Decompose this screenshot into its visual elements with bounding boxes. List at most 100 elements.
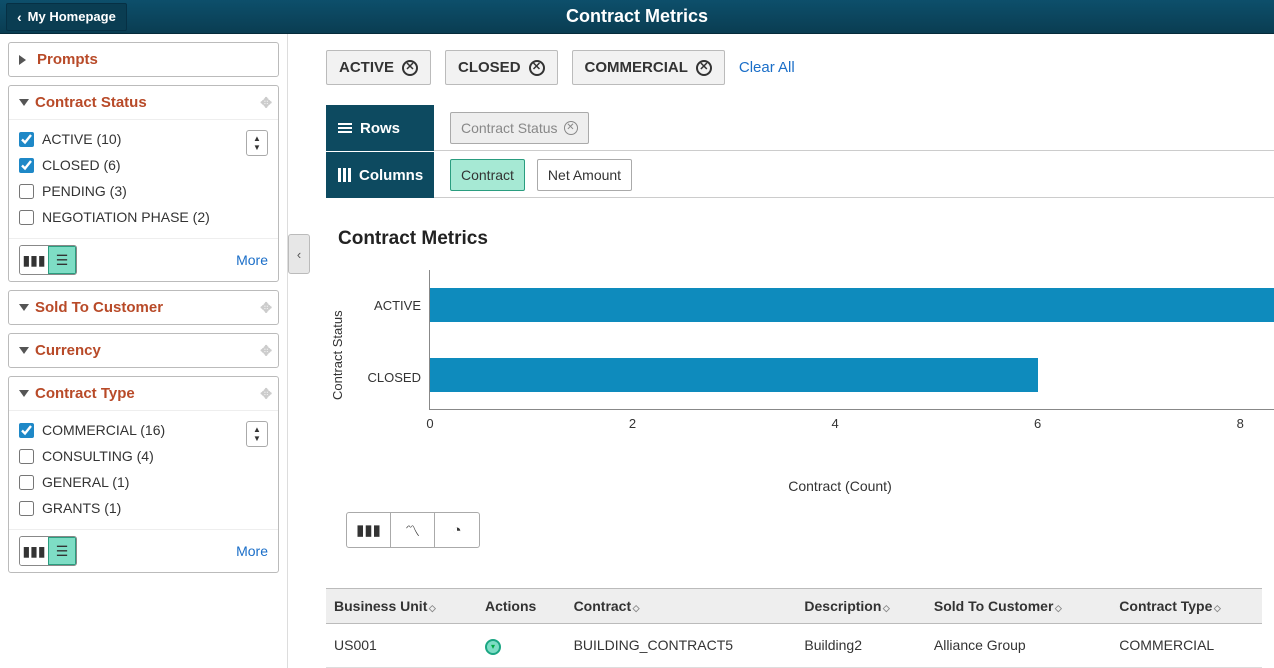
sold-to-title: Sold To Customer	[35, 299, 163, 316]
chip-closed[interactable]: CLOSED ✕	[445, 50, 558, 85]
sort-icon: ◇	[883, 603, 886, 613]
col-contract-type[interactable]: Contract Type ◇	[1111, 589, 1262, 624]
col-actions: Actions	[477, 589, 566, 624]
sort-updown-button[interactable]: ▲ ▼	[246, 130, 268, 156]
checkbox-closed[interactable]	[19, 158, 34, 173]
category-label-active: ACTIVE	[349, 298, 421, 313]
col-business-unit[interactable]: Business Unit ◇	[326, 589, 477, 624]
pie-chart-button[interactable]: ◔	[435, 513, 479, 547]
cols-chip-net-amount[interactable]: Net Amount	[537, 159, 632, 191]
checkbox-active[interactable]	[19, 132, 34, 147]
bar-closed[interactable]	[430, 358, 1038, 392]
columns-icon	[338, 168, 351, 182]
more-link[interactable]: More	[236, 543, 268, 559]
chart-type-toggle: ▮▮▮ 〽 ◔	[346, 512, 480, 548]
bar-active[interactable]	[430, 288, 1274, 322]
cell-bu: US001	[326, 624, 477, 668]
chart-view-button[interactable]: ▮▮▮	[20, 246, 48, 274]
down-icon: ▼	[253, 143, 261, 152]
table-row[interactable]: US001 ▾ BUILDING_CONTRACT5 Building2 All…	[326, 624, 1262, 668]
cell-contract: BUILDING_CONTRACT5	[566, 624, 797, 668]
chart-area: Contract Metrics Contract Status ACTIVE …	[326, 228, 1274, 548]
move-icon[interactable]: ✥	[260, 94, 272, 111]
line-chart-icon: 〽	[405, 520, 420, 541]
col-contract[interactable]: Contract ◇	[566, 589, 797, 624]
view-toggle: ▮▮▮ ☰	[19, 245, 77, 275]
checkbox-general[interactable]	[19, 475, 34, 490]
cols-chip-contract[interactable]: Contract	[450, 159, 525, 191]
contract-status-header[interactable]: Contract Status ✥	[9, 86, 278, 120]
type-option-consulting[interactable]: CONSULTING (4)	[19, 443, 246, 469]
category-label-closed: CLOSED	[349, 370, 421, 385]
status-option-negotiation[interactable]: NEGOTIATION PHASE (2)	[19, 204, 246, 230]
remove-icon[interactable]: ✕	[529, 60, 545, 76]
caret-right-icon	[19, 55, 31, 65]
line-chart-button[interactable]: 〽	[391, 513, 435, 547]
bar-chart-icon: ▮▮▮	[22, 252, 45, 269]
status-option-active[interactable]: ACTIVE (10)	[19, 126, 246, 152]
collapse-sidebar-button[interactable]: ‹	[288, 234, 310, 274]
sort-updown-button[interactable]: ▲ ▼	[246, 421, 268, 447]
currency-panel: Currency ✥	[8, 333, 279, 368]
remove-icon[interactable]: ✕	[402, 60, 418, 76]
remove-icon[interactable]: ✕	[696, 60, 712, 76]
up-icon: ▲	[253, 425, 261, 434]
back-homepage-button[interactable]: ‹ My Homepage	[6, 3, 127, 31]
bar-chart-icon: ▮▮▮	[356, 521, 381, 539]
move-icon[interactable]: ✥	[260, 299, 272, 316]
sort-icon: ◇	[429, 603, 432, 613]
chip-active[interactable]: ACTIVE ✕	[326, 50, 431, 85]
x-tick: 4	[831, 416, 838, 431]
prompts-label: Prompts	[37, 51, 98, 68]
list-view-button[interactable]: ☰	[48, 537, 76, 565]
chart-view-button[interactable]: ▮▮▮	[20, 537, 48, 565]
sidebar: Prompts Contract Status ✥ ACTIVE (10)	[0, 34, 288, 668]
results-table: Business Unit ◇ Actions Contract ◇ Descr…	[326, 588, 1262, 668]
cell-actions: ▾	[477, 624, 566, 668]
col-description[interactable]: Description ◇	[796, 589, 925, 624]
rows-chip-contract-status[interactable]: Contract Status ✕	[450, 112, 589, 144]
caret-down-icon	[19, 99, 29, 106]
x-axis-label: Contract (Count)	[406, 478, 1274, 494]
remove-icon[interactable]: ✕	[564, 121, 578, 135]
checkbox-consulting[interactable]	[19, 449, 34, 464]
x-tick: 2	[629, 416, 636, 431]
checkbox-negotiation[interactable]	[19, 210, 34, 225]
move-icon[interactable]: ✥	[260, 342, 272, 359]
sort-icon: ◇	[1055, 603, 1058, 613]
sold-to-header[interactable]: Sold To Customer ✥	[9, 291, 278, 324]
sort-icon: ◇	[1214, 603, 1217, 613]
sort-icon: ◇	[633, 603, 636, 613]
row-action-button[interactable]: ▾	[485, 639, 501, 655]
contract-status-panel: Contract Status ✥ ACTIVE (10) CLOSED (6)	[8, 85, 279, 282]
main-content: ACTIVE ✕ CLOSED ✕ COMMERCIAL ✕ Clear All…	[310, 34, 1274, 668]
up-icon: ▲	[253, 134, 261, 143]
more-link[interactable]: More	[236, 252, 268, 268]
list-view-button[interactable]: ☰	[48, 246, 76, 274]
cell-customer: Alliance Group	[926, 624, 1111, 668]
type-option-grants[interactable]: GRANTS (1)	[19, 495, 246, 521]
contract-status-title: Contract Status	[35, 94, 147, 111]
contract-type-header[interactable]: Contract Type ✥	[9, 377, 278, 411]
checkbox-pending[interactable]	[19, 184, 34, 199]
type-option-general[interactable]: GENERAL (1)	[19, 469, 246, 495]
x-tick: 8	[1237, 416, 1244, 431]
clear-all-link[interactable]: Clear All	[739, 59, 795, 76]
chip-commercial[interactable]: COMMERCIAL ✕	[572, 50, 725, 85]
prompts-header[interactable]: Prompts	[9, 43, 278, 76]
top-bar: ‹ My Homepage Contract Metrics	[0, 0, 1274, 34]
checkbox-grants[interactable]	[19, 501, 34, 516]
view-toggle: ▮▮▮ ☰	[19, 536, 77, 566]
back-label: My Homepage	[28, 9, 116, 24]
currency-header[interactable]: Currency ✥	[9, 334, 278, 367]
status-option-closed[interactable]: CLOSED (6)	[19, 152, 246, 178]
move-icon[interactable]: ✥	[260, 385, 272, 402]
bar-chart-button[interactable]: ▮▮▮	[347, 513, 391, 547]
contract-type-panel: Contract Type ✥ COMMERCIAL (16) CONSULTI…	[8, 376, 279, 573]
status-option-pending[interactable]: PENDING (3)	[19, 178, 246, 204]
type-option-commercial[interactable]: COMMERCIAL (16)	[19, 417, 246, 443]
cell-type: COMMERCIAL	[1111, 624, 1262, 668]
checkbox-commercial[interactable]	[19, 423, 34, 438]
col-sold-to[interactable]: Sold To Customer ◇	[926, 589, 1111, 624]
x-tick: 0	[426, 416, 433, 431]
